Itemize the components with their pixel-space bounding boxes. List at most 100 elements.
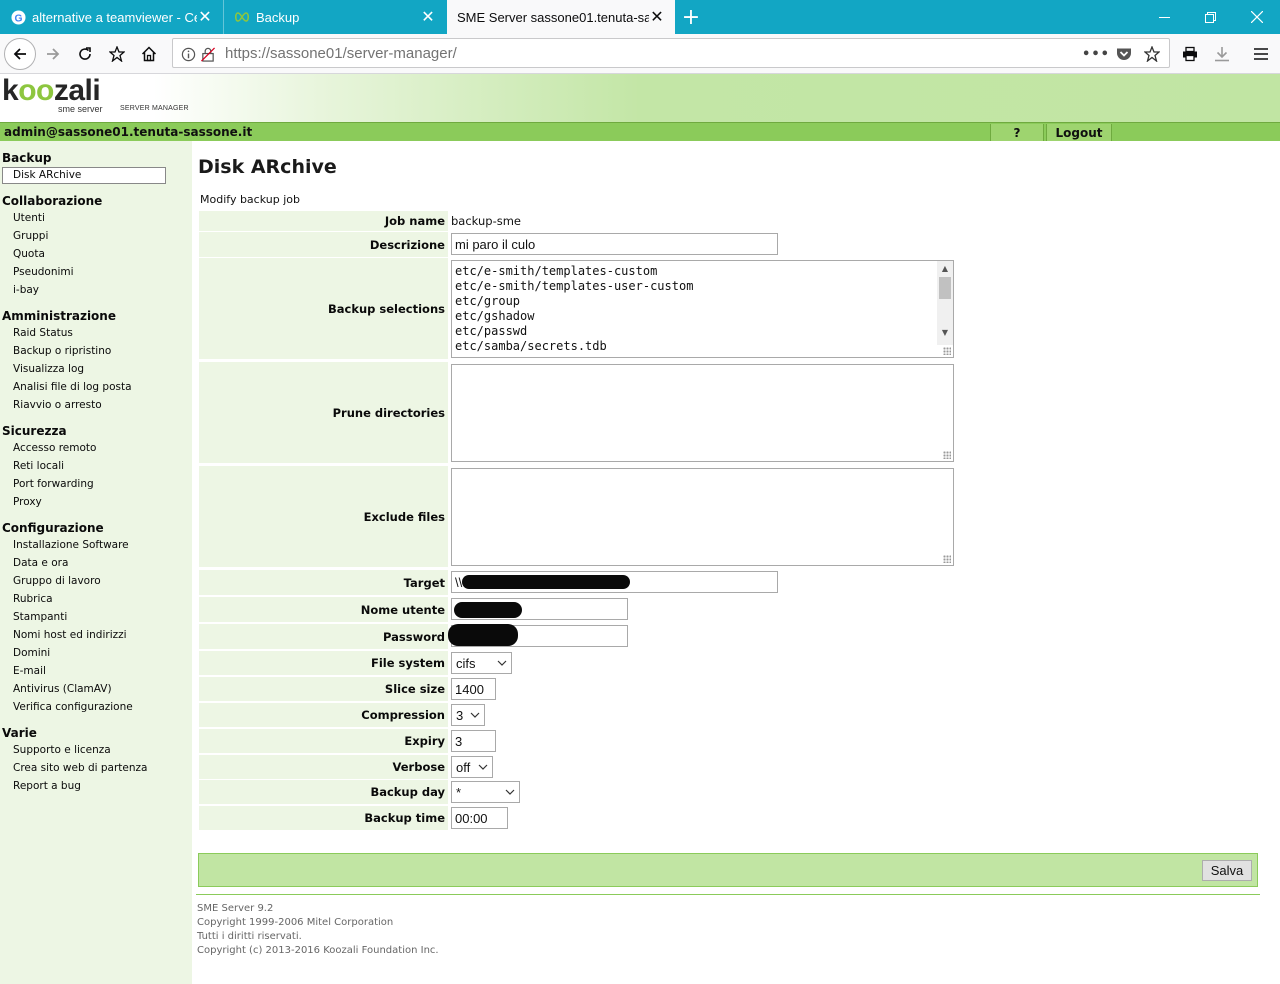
help-button[interactable]: ? [990,124,1044,141]
logout-button[interactable]: Logout [1046,124,1112,141]
sidebar-item-crea-sito-web[interactable]: Crea sito web di partenza [13,762,147,774]
scroll-down-icon[interactable]: ▼ [937,325,953,339]
backup-day-value: * [456,785,462,800]
insecure-lock-icon[interactable] [199,45,217,63]
sidebar-item-email[interactable]: E-mail [13,665,46,677]
save-button[interactable]: Salva [1202,860,1252,881]
resize-grip-icon[interactable] [943,555,951,563]
minimize-button[interactable] [1141,0,1187,34]
row-job-name: Job name backup-sme [199,211,953,231]
exclude-files-textarea[interactable] [451,468,954,566]
sidebar-item-quota[interactable]: Quota [13,248,45,260]
target-label: Target [199,570,448,595]
tab-backup[interactable]: Backup ✕ [224,0,446,34]
close-tab-icon[interactable]: ✕ [197,7,213,27]
sidebar-item-nomi-host[interactable]: Nomi host ed indirizzi [13,629,127,641]
selection-line: etc/passwd [455,324,528,338]
sidebar-item-visualizza-log[interactable]: Visualizza log [13,363,84,375]
page-actions-icon[interactable]: ••• [1082,45,1109,63]
backup-selections-label: Backup selections [199,258,448,359]
slice-size-input[interactable]: 1400 [451,678,496,700]
sidebar-item-backup-ripristino[interactable]: Backup o ripristino [13,345,111,357]
sidebar-item-installazione-software[interactable]: Installazione Software [13,539,129,551]
sidebar-item-antivirus[interactable]: Antivirus (ClamAV) [13,683,112,695]
sidebar-item-gruppi[interactable]: Gruppi [13,230,48,242]
sidebar-item-data-ora[interactable]: Data e ora [13,557,68,569]
verbose-select[interactable]: off [451,756,493,778]
sidebar-section-backup: Backup [2,151,52,165]
compression-value: 3 [456,708,464,723]
svg-text:G: G [14,13,22,24]
expiry-input[interactable]: 3 [451,730,496,752]
sidebar-item-riavvio-arresto[interactable]: Riavvio o arresto [13,399,102,411]
footer-rights: Tutti i diritti riservati. [197,931,302,942]
sidebar-item-report-bug[interactable]: Report a bug [13,780,81,792]
url-bar[interactable]: https://sassone01/server-manager/ ••• [172,38,1170,68]
nome-utente-label: Nome utente [199,597,448,622]
logged-in-user: admin@sassone01.tenuta-sassone.it [4,125,253,139]
reload-icon[interactable] [69,38,101,70]
footer-divider [196,894,1260,895]
redaction-scribble [454,602,522,618]
tab-teamviewer[interactable]: G alternative a teamviewer - Cerc ✕ [0,0,224,34]
sidebar-item-domini[interactable]: Domini [13,647,50,659]
file-system-select[interactable]: cifs [451,652,512,674]
sidebar-item-analisi-log-posta[interactable]: Analisi file di log posta [13,381,132,393]
scroll-up-icon[interactable]: ▲ [937,261,953,275]
sidebar-item-ibay[interactable]: i-bay [13,284,39,296]
textarea-scrollbar[interactable]: ▲ ▼ [937,261,953,345]
selection-line: etc/e-smith/templates-custom [455,264,658,278]
tab-label: SME Server sassone01.tenuta-sassone [457,9,649,25]
home-icon[interactable] [133,38,165,70]
scrollbar-thumb[interactable] [939,277,951,299]
sidebar-item-pseudonimi[interactable]: Pseudonimi [13,266,74,278]
chevron-down-icon [497,660,507,666]
sidebar-item-raid-status[interactable]: Raid Status [13,327,73,339]
sidebar-item-supporto-licenza[interactable]: Supporto e licenza [13,744,111,756]
sidebar-item-reti-locali[interactable]: Reti locali [13,460,64,472]
backup-time-input[interactable]: 00:00 [451,807,508,829]
tab-sme-server[interactable]: SME Server sassone01.tenuta-sassone ✕ [447,0,675,34]
resize-grip-icon[interactable] [943,451,951,459]
exclude-files-label: Exclude files [199,466,448,567]
download-icon[interactable] [1206,38,1238,70]
descrizione-input[interactable]: mi paro il culo [451,233,778,255]
user-bar: admin@sassone01.tenuta-sassone.it ? Logo… [0,122,1280,141]
sidebar-item-proxy[interactable]: Proxy [13,496,42,508]
backup-day-select[interactable]: * [451,781,520,803]
backup-selections-textarea[interactable]: etc/e-smith/templates-custom etc/e-smith… [451,260,954,358]
sidebar-item-rubrica[interactable]: Rubrica [13,593,53,605]
restore-button[interactable] [1187,0,1233,34]
footer: SME Server 9.2 Copyright 1999-2006 Mitel… [197,902,439,958]
forward-button[interactable] [37,38,69,70]
sidebar-section-varie: Varie [2,726,37,740]
password-label: Password [199,624,448,649]
close-tab-icon[interactable]: ✕ [649,7,665,27]
new-tab-button[interactable]: + [676,0,706,34]
back-button[interactable] [4,38,36,70]
close-tab-icon[interactable]: ✕ [420,7,436,27]
sidebar-item-port-forwarding[interactable]: Port forwarding [13,478,94,490]
sidebar-item-utenti[interactable]: Utenti [13,212,45,224]
save-to-pocket-icon[interactable] [101,38,133,70]
print-icon[interactable] [1174,38,1206,70]
backup-time-label: Backup time [199,806,448,830]
prune-directories-textarea[interactable] [451,364,954,462]
sidebar-item-verifica-configurazione[interactable]: Verifica configurazione [13,701,133,713]
compression-label: Compression [199,703,448,727]
sidebar-item-accesso-remoto[interactable]: Accesso remoto [13,442,96,454]
menu-icon[interactable] [1245,38,1277,70]
sidebar-item-stampanti[interactable]: Stampanti [13,611,67,623]
close-window-button[interactable] [1234,0,1280,34]
sidebar-item-gruppo-lavoro[interactable]: Gruppo di lavoro [13,575,101,587]
sidebar-item-disk-archive[interactable]: Disk ARchive [2,167,166,184]
info-icon[interactable] [179,45,197,63]
selection-line: etc/group [455,294,521,308]
koozali-logo[interactable]: koozali [2,74,101,108]
job-name-value: backup-sme [451,214,521,228]
resize-grip-icon[interactable] [943,347,951,355]
compression-select[interactable]: 3 [451,704,485,726]
pocket-icon[interactable] [1115,45,1133,63]
logo-section: SERVER MANAGER [120,105,189,112]
bookmark-star-icon[interactable] [1143,45,1161,63]
